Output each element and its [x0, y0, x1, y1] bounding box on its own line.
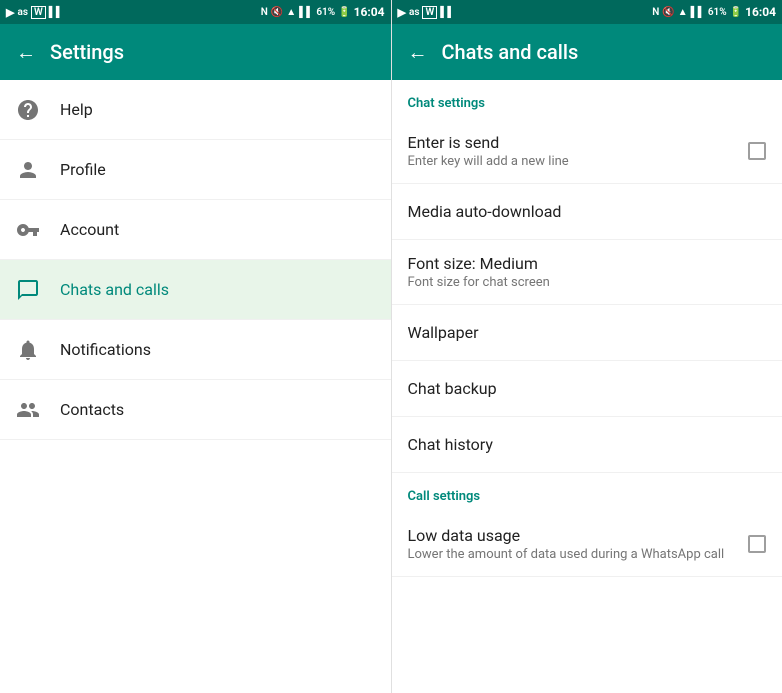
chats-header: ← Chats and calls — [392, 24, 782, 80]
time-display: 16:04 — [354, 5, 385, 19]
notifications-label: Notifications — [60, 340, 151, 359]
play-icon: ▶ — [6, 6, 14, 19]
w-icon: W — [31, 6, 46, 19]
enter-send-row[interactable]: Enter is send Enter key will add a new l… — [392, 119, 782, 184]
battery-icon-r: 🔋 — [730, 7, 742, 18]
call-settings-section-header: Call settings — [392, 473, 782, 512]
w-icon-r: W — [422, 6, 437, 19]
low-data-title: Low data usage — [408, 526, 725, 545]
wifi-icon: ▲ — [286, 7, 296, 18]
menu-item-chats[interactable]: Chats and calls — [0, 260, 391, 320]
signal-icon-r: ▌▌ — [440, 7, 454, 18]
person-icon — [16, 158, 40, 182]
chat-history-row[interactable]: Chat history — [392, 417, 782, 473]
back-button[interactable]: ← — [16, 40, 36, 65]
lastfm-icon-r: as — [409, 7, 420, 18]
network-icons: N — [261, 7, 268, 18]
chat-backup-content: Chat backup — [408, 379, 497, 398]
battery-percent-r: 61% — [708, 7, 727, 18]
media-auto-download-title: Media auto-download — [408, 202, 562, 221]
mute-icon-r: 🔇 — [662, 7, 674, 18]
network-icons-r: N — [652, 7, 659, 18]
chat-settings-section-header: Chat settings — [392, 80, 782, 119]
font-size-subtitle: Font size for chat screen — [408, 275, 550, 290]
menu-item-account[interactable]: Account — [0, 200, 391, 260]
font-size-row[interactable]: Font size: Medium Font size for chat scr… — [392, 240, 782, 305]
chats-title: Chats and calls — [442, 40, 579, 64]
battery-percent: 61% — [316, 7, 335, 18]
settings-title: Settings — [50, 40, 124, 64]
status-bar-right-icons: N 🔇 ▲ ▌▌ 61% 🔋 16:04 — [261, 5, 385, 19]
key-icon — [16, 218, 40, 242]
play-icon-r: ▶ — [398, 6, 406, 19]
settings-header: ← Settings — [0, 24, 391, 80]
bell-icon — [16, 338, 40, 362]
status-bar-right: ▶ as W ▌▌ N 🔇 ▲ ▌▌ 61% 🔋 16:04 — [392, 0, 782, 24]
chat-backup-row[interactable]: Chat backup — [392, 361, 782, 417]
profile-label: Profile — [60, 160, 106, 179]
enter-send-title: Enter is send — [408, 133, 569, 152]
wallpaper-content: Wallpaper — [408, 323, 479, 342]
media-auto-download-row[interactable]: Media auto-download — [392, 184, 782, 240]
status-bar-left-icons: ▶ as W ▌▌ — [6, 6, 63, 19]
time-display-r: 16:04 — [745, 5, 776, 19]
enter-send-content: Enter is send Enter key will add a new l… — [408, 133, 569, 169]
media-auto-download-content: Media auto-download — [408, 202, 562, 221]
chat-backup-title: Chat backup — [408, 379, 497, 398]
font-size-title: Font size: Medium — [408, 254, 550, 273]
help-label: Help — [60, 100, 93, 119]
right-panel: ▶ as W ▌▌ N 🔇 ▲ ▌▌ 61% 🔋 16:04 ← Chats a… — [392, 0, 782, 693]
low-data-row[interactable]: Low data usage Lower the amount of data … — [392, 512, 782, 577]
menu-item-help[interactable]: Help — [0, 80, 391, 140]
mute-icon: 🔇 — [271, 7, 283, 18]
font-size-content: Font size: Medium Font size for chat scr… — [408, 254, 550, 290]
settings-menu: Help Profile Account Chats and calls — [0, 80, 391, 693]
chat-settings-content: Chat settings Enter is send Enter key wi… — [392, 80, 782, 693]
enter-send-subtitle: Enter key will add a new line — [408, 154, 569, 169]
menu-item-contacts[interactable]: Contacts — [0, 380, 391, 440]
wallpaper-title: Wallpaper — [408, 323, 479, 342]
low-data-checkbox[interactable] — [748, 535, 766, 553]
wifi-icon-r: ▲ — [678, 7, 688, 18]
menu-item-notifications[interactable]: Notifications — [0, 320, 391, 380]
chats-back-button[interactable]: ← — [408, 40, 428, 65]
chats-label: Chats and calls — [60, 280, 169, 299]
chat-history-content: Chat history — [408, 435, 493, 454]
chat-icon — [16, 278, 40, 302]
low-data-subtitle: Lower the amount of data used during a W… — [408, 547, 725, 562]
help-icon — [16, 98, 40, 122]
status-bar-right-right-icons: N 🔇 ▲ ▌▌ 61% 🔋 16:04 — [652, 5, 776, 19]
lastfm-icon: as — [17, 7, 28, 18]
battery-icon: 🔋 — [338, 7, 350, 18]
enter-send-checkbox[interactable] — [748, 142, 766, 160]
left-panel: ▶ as W ▌▌ N 🔇 ▲ ▌▌ 61% 🔋 16:04 ← Setting… — [0, 0, 392, 693]
chat-history-title: Chat history — [408, 435, 493, 454]
signal-bars: ▌▌ — [299, 7, 313, 18]
people-icon — [16, 398, 40, 422]
status-bar-right-left-icons: ▶ as W ▌▌ — [398, 6, 455, 19]
signal-icon: ▌▌ — [49, 7, 63, 18]
low-data-content: Low data usage Lower the amount of data … — [408, 526, 725, 562]
menu-item-profile[interactable]: Profile — [0, 140, 391, 200]
contacts-label: Contacts — [60, 400, 124, 419]
status-bar-left: ▶ as W ▌▌ N 🔇 ▲ ▌▌ 61% 🔋 16:04 — [0, 0, 391, 24]
account-label: Account — [60, 220, 119, 239]
signal-bars-r: ▌▌ — [691, 7, 705, 18]
wallpaper-row[interactable]: Wallpaper — [392, 305, 782, 361]
